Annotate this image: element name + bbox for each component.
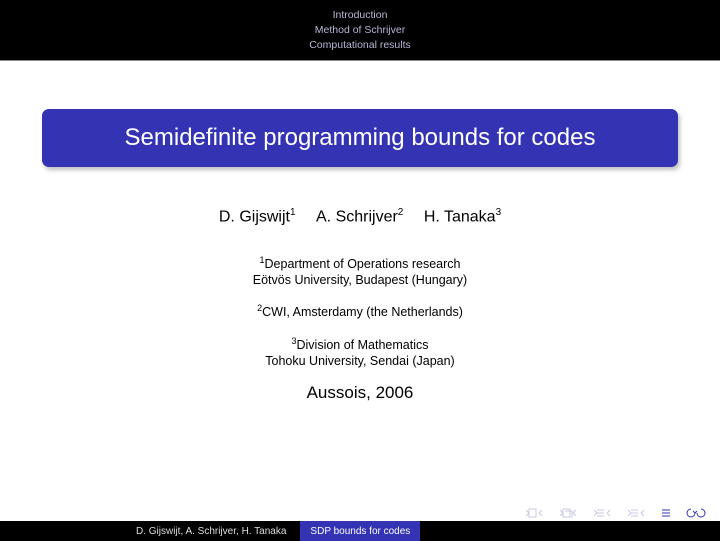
author: H. Tanaka3	[424, 207, 501, 226]
beamer-nav-icons	[526, 508, 706, 518]
author-name: H. Tanaka	[424, 208, 496, 225]
title-block: Semidefinite programming bounds for code…	[42, 109, 678, 167]
nav-frame-icon[interactable]	[560, 508, 580, 518]
slide-title: Semidefinite programming bounds for code…	[60, 124, 660, 152]
author: A. Schrijver2	[316, 207, 403, 226]
author: D. Gijswijt1	[219, 207, 296, 226]
footer-short-title: SDP bounds for codes	[300, 521, 420, 541]
footer-authors: D. Gijswijt, A. Schrijver, H. Tanaka	[0, 526, 300, 537]
authors-line: D. Gijswijt1 A. Schrijver2 H. Tanaka3	[36, 207, 684, 226]
author-mark: 2	[398, 207, 404, 218]
author-mark: 1	[290, 207, 296, 218]
nav-mode-icon[interactable]	[662, 508, 672, 518]
affiliation: 2CWI, Amsterdamy (the Netherlands)	[36, 300, 684, 320]
author-name: A. Schrijver	[316, 208, 398, 225]
nav-back-forward-icon[interactable]	[686, 508, 706, 518]
nav-section[interactable]: Method of Schrijver	[0, 23, 720, 38]
venue: Aussois, 2006	[36, 383, 684, 403]
affil-line: Eötvös University, Budapest (Hungary)	[253, 273, 467, 287]
affiliation: 1Department of Operations research Eötvö…	[36, 252, 684, 288]
nav-section[interactable]: Introduction	[0, 8, 720, 23]
affiliations: 1Department of Operations research Eötvö…	[36, 252, 684, 368]
affil-line: Department of Operations research	[265, 257, 461, 271]
nav-slide-icon[interactable]	[526, 508, 546, 518]
header: Introduction Method of Schrijver Computa…	[0, 0, 720, 60]
header-sections: Introduction Method of Schrijver Computa…	[0, 8, 720, 53]
slide-body: Semidefinite programming bounds for code…	[0, 61, 720, 541]
affil-line: Division of Mathematics	[297, 338, 429, 352]
affil-line: CWI, Amsterdamy (the Netherlands)	[262, 306, 463, 320]
slide: Introduction Method of Schrijver Computa…	[0, 0, 720, 541]
affiliation: 3Division of Mathematics Tohoku Universi…	[36, 333, 684, 369]
nav-subsection-icon[interactable]	[594, 508, 614, 518]
nav-section-icon[interactable]	[628, 508, 648, 518]
footer: D. Gijswijt, A. Schrijver, H. Tanaka SDP…	[0, 521, 720, 541]
nav-section[interactable]: Computational results	[0, 38, 720, 53]
affil-line: Tohoku University, Sendai (Japan)	[265, 354, 454, 368]
author-mark: 3	[496, 207, 502, 218]
author-name: D. Gijswijt	[219, 208, 290, 225]
